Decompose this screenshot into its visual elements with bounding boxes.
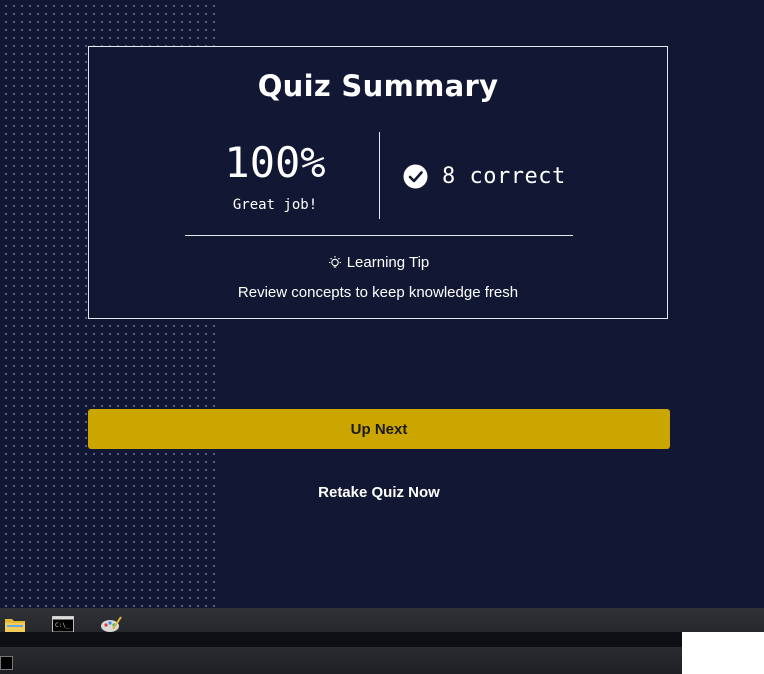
window-strip [0, 632, 682, 647]
summary-card: Quiz Summary 100% Great job! 8 correct L… [88, 46, 668, 319]
quiz-summary-page: Quiz Summary 100% Great job! 8 correct L… [0, 0, 764, 608]
lightbulb-icon [327, 255, 343, 271]
svg-text:C:\_: C:\_ [55, 622, 70, 629]
score-value: 100% [224, 138, 326, 187]
vertical-divider [379, 132, 380, 219]
horizontal-divider [185, 235, 573, 236]
terminal-icon[interactable]: C:\_ [52, 616, 74, 633]
check-circle-icon [403, 164, 428, 189]
correct-count-text: 8 correct [442, 163, 566, 189]
learning-tip-text: Review concepts to keep knowledge fresh [237, 284, 519, 301]
paint-icon[interactable] [100, 616, 122, 632]
score-message: Great job! [232, 197, 318, 213]
score-block: 100% Great job! [185, 137, 365, 213]
learning-tip-heading: Learning Tip [89, 254, 667, 271]
blank-region [682, 632, 764, 674]
learning-tip-label: Learning Tip [346, 254, 430, 271]
retake-quiz-link[interactable]: Retake Quiz Now [0, 484, 758, 501]
page-title: Quiz Summary [257, 69, 499, 103]
bottom-taskbar [0, 647, 682, 674]
up-next-button[interactable]: Up Next [88, 409, 670, 449]
terminal-icon[interactable] [0, 656, 13, 670]
correct-count: 8 correct [403, 161, 566, 191]
folder-icon[interactable] [4, 616, 26, 632]
taskbar: C:\_ [0, 608, 764, 633]
